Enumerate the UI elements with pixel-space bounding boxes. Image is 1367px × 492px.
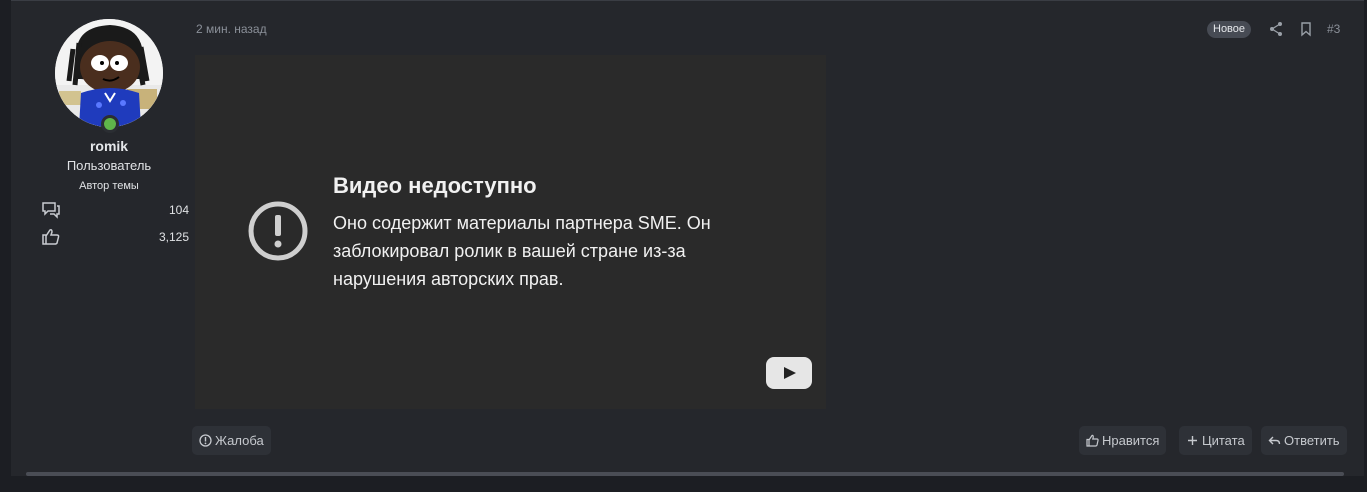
reply-button[interactable]: Ответить [1261,426,1347,455]
avatar[interactable] [55,19,163,127]
like-label: Нравится [1102,433,1160,448]
video-embed[interactable]: Видео недоступно Оно содержит материалы … [195,55,826,409]
stat-messages: 104 [41,200,189,220]
post-number[interactable]: #3 [1327,22,1340,36]
bookmark-icon[interactable] [1299,21,1313,37]
reply-label: Ответить [1284,433,1340,448]
reply-icon [1268,436,1281,445]
video-title: Видео недоступно [333,173,537,198]
post-divider [26,472,1344,476]
reactions-count: 3,125 [158,230,189,244]
user-info: romik Пользователь Автор темы 104 3,125 [25,1,189,477]
messages-count: 104 [168,203,189,217]
messages-icon [42,202,60,219]
plus-icon [1188,436,1197,445]
username[interactable]: romik [25,138,193,154]
report-button[interactable]: Жалоба [192,426,271,455]
thumbs-up-icon [1086,434,1099,447]
like-button[interactable]: Нравится [1079,426,1167,455]
post-container: romik Пользователь Автор темы 104 3,125 … [11,0,1364,476]
quote-label: Цитата [1202,433,1245,448]
user-title: Пользователь [66,158,152,173]
thumbs-up-icon [42,229,60,245]
report-icon [199,434,212,447]
share-icon[interactable] [1268,21,1284,37]
warning-icon [248,201,308,261]
report-label: Жалоба [215,433,264,448]
youtube-play-icon[interactable] [766,357,812,389]
new-badge: Новое [1207,21,1252,38]
online-status-icon [101,115,119,133]
user-banner: Автор темы [79,180,139,192]
quote-button[interactable]: Цитата [1179,426,1252,455]
video-message: Оно содержит материалы партнера SME. Он … [333,213,711,289]
stat-reactions: 3,125 [41,227,189,247]
post-time[interactable]: 2 мин. назад [196,22,267,36]
